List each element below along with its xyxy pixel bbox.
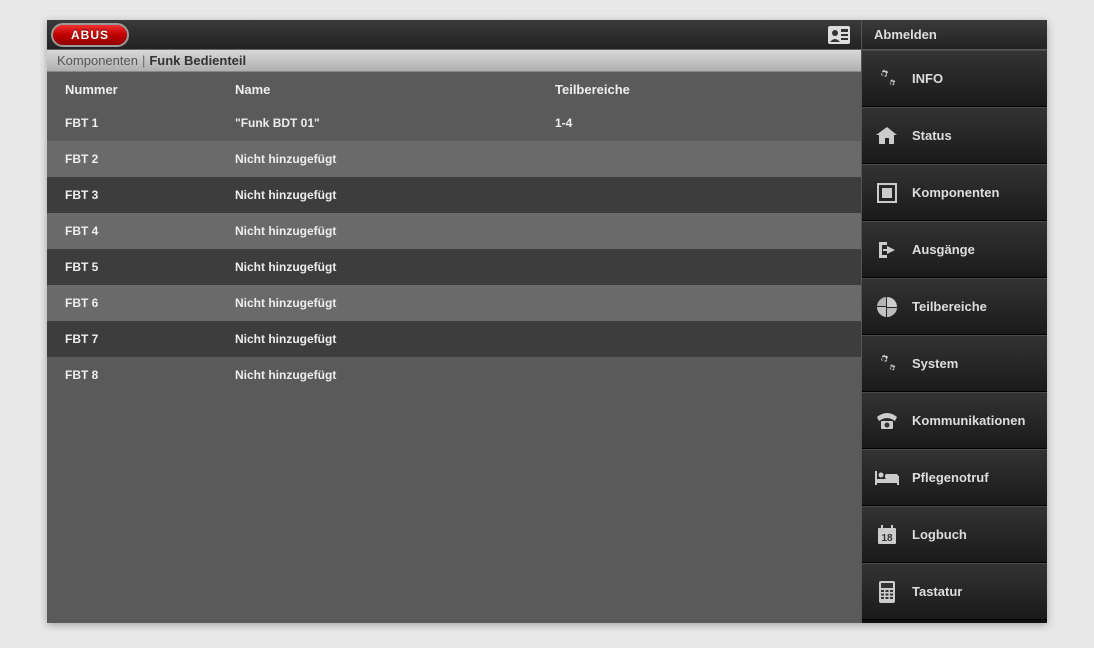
cell-area [555, 188, 843, 202]
cell-name: Nicht hinzugefügt [235, 260, 555, 274]
svg-text:18: 18 [881, 533, 893, 544]
logout-link[interactable]: Abmelden [862, 20, 1047, 50]
cell-area [555, 296, 843, 310]
brand-logo: ABUS [51, 23, 129, 47]
table-row[interactable]: FBT 3 Nicht hinzugefügt [47, 177, 861, 213]
pie-icon [874, 294, 900, 320]
main-panel: ABUS Komponenten | Funk Bedienteil Numme [47, 20, 861, 623]
breadcrumb-current: Funk Bedienteil [149, 53, 246, 68]
cell-name: Nicht hinzugefügt [235, 332, 555, 346]
nav-label: System [912, 356, 958, 371]
sidebar: Abmelden INFO Status [861, 20, 1047, 623]
nav-label: Tastatur [912, 584, 962, 599]
calendar-icon: 18 [874, 522, 900, 548]
cell-num: FBT 5 [65, 260, 235, 274]
nav-ausgaenge[interactable]: Ausgänge [862, 221, 1047, 278]
topbar: ABUS [47, 20, 861, 50]
cell-name: Nicht hinzugefügt [235, 296, 555, 310]
nav-label: Ausgänge [912, 242, 975, 257]
cell-area: 1-4 [555, 116, 843, 130]
table-row[interactable]: FBT 8 Nicht hinzugefügt [47, 357, 861, 393]
col-header-teilbereiche: Teilbereiche [555, 82, 843, 97]
cell-area [555, 368, 843, 382]
square-icon [874, 180, 900, 206]
cell-num: FBT 4 [65, 224, 235, 238]
table-row[interactable]: FBT 1 "Funk BDT 01" 1-4 [47, 105, 861, 141]
nav-pflegenotruf[interactable]: Pflegenotruf [862, 449, 1047, 506]
cell-num: FBT 7 [65, 332, 235, 346]
cell-name: Nicht hinzugefügt [235, 368, 555, 382]
cell-name: Nicht hinzugefügt [235, 188, 555, 202]
col-header-nummer: Nummer [65, 82, 235, 97]
cell-area [555, 224, 843, 238]
nav-system[interactable]: System [862, 335, 1047, 392]
bed-icon [874, 465, 900, 491]
col-header-name: Name [235, 82, 555, 97]
nav-label: Teilbereiche [912, 299, 987, 314]
gears-icon [874, 66, 900, 92]
nav-status[interactable]: Status [862, 107, 1047, 164]
table-row[interactable]: FBT 4 Nicht hinzugefügt [47, 213, 861, 249]
nav-tastatur[interactable]: Tastatur [862, 563, 1047, 620]
nav-logbuch[interactable]: 18 Logbuch [862, 506, 1047, 563]
cell-num: FBT 8 [65, 368, 235, 382]
cell-area [555, 152, 843, 166]
table-row[interactable]: FBT 7 Nicht hinzugefügt [47, 321, 861, 357]
cell-num: FBT 6 [65, 296, 235, 310]
breadcrumb: Komponenten | Funk Bedienteil [47, 50, 861, 72]
user-info-icon[interactable] [827, 25, 851, 45]
home-icon [874, 123, 900, 149]
content-area: Nummer Name Teilbereiche FBT 1 "Funk BDT… [47, 72, 861, 623]
table-row[interactable]: FBT 5 Nicht hinzugefügt [47, 249, 861, 285]
cell-name: "Funk BDT 01" [235, 116, 555, 130]
nav-label: Logbuch [912, 527, 967, 542]
cell-area [555, 260, 843, 274]
table-body: FBT 1 "Funk BDT 01" 1-4 FBT 2 Nicht hinz… [47, 105, 861, 393]
nav-teilbereiche[interactable]: Teilbereiche [862, 278, 1047, 335]
table-row[interactable]: FBT 2 Nicht hinzugefügt [47, 141, 861, 177]
cell-area [555, 332, 843, 346]
cell-name: Nicht hinzugefügt [235, 152, 555, 166]
gears-icon [874, 351, 900, 377]
table-row[interactable]: FBT 6 Nicht hinzugefügt [47, 285, 861, 321]
app-window: ABUS Komponenten | Funk Bedienteil Numme [47, 20, 1047, 623]
phone-icon [874, 408, 900, 434]
nav-label: INFO [912, 71, 943, 86]
breadcrumb-main: Komponenten [57, 53, 138, 68]
nav-info[interactable]: INFO [862, 50, 1047, 107]
nav-kommunikationen[interactable]: Kommunikationen [862, 392, 1047, 449]
table-header: Nummer Name Teilbereiche [47, 72, 861, 105]
keypad-icon [874, 579, 900, 605]
exit-arrow-icon [874, 237, 900, 263]
breadcrumb-sep: | [142, 53, 145, 68]
cell-name: Nicht hinzugefügt [235, 224, 555, 238]
cell-num: FBT 1 [65, 116, 235, 130]
nav-label: Pflegenotruf [912, 470, 989, 485]
nav-label: Status [912, 128, 952, 143]
nav-komponenten[interactable]: Komponenten [862, 164, 1047, 221]
cell-num: FBT 3 [65, 188, 235, 202]
nav-label: Komponenten [912, 185, 999, 200]
cell-num: FBT 2 [65, 152, 235, 166]
nav-label: Kommunikationen [912, 413, 1025, 428]
